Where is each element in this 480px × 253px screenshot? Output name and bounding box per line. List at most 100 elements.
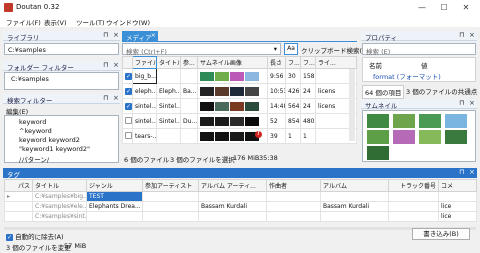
column-header[interactable]: タイトル (32, 179, 87, 192)
thumbnail[interactable] (445, 130, 467, 144)
cell-track[interactable] (388, 201, 439, 212)
list-item[interactable]: ^keyword (19, 127, 52, 135)
column-header[interactable]: 参... (180, 56, 198, 69)
column-header[interactable]: ジャンル (86, 179, 143, 192)
pin-icon[interactable]: ⊓ (459, 31, 464, 39)
list-item[interactable]: keyword keyword2 (19, 136, 80, 144)
pin-icon[interactable]: ⊓ (103, 31, 108, 39)
cell-composer[interactable] (320, 191, 389, 202)
cell-title[interactable]: TEST (86, 191, 143, 202)
table-row[interactable]: tears-... ! 39 1 1 (122, 128, 357, 144)
close-icon[interactable]: × (113, 94, 119, 102)
cell-artist[interactable] (198, 211, 267, 222)
maximize-button[interactable]: ☐ (434, 1, 454, 14)
pin-icon[interactable]: ⊓ (459, 168, 464, 176)
menu-window[interactable]: ウインドウ(W) (106, 17, 150, 27)
close-icon[interactable]: × (113, 31, 119, 39)
cell-composer[interactable]: Bassam Kurdali (320, 201, 389, 212)
menu-view[interactable]: 表示(V) (44, 17, 67, 27)
table-row[interactable]: ✓ big_b... 9:56 30 158 (122, 68, 357, 84)
cell-track[interactable] (388, 211, 439, 222)
cell-track[interactable] (388, 191, 439, 202)
column-header[interactable]: 参加アーティスト (142, 179, 199, 192)
column-header[interactable]: 作曲者 (266, 179, 321, 192)
row-checkbox[interactable]: ✓ (125, 72, 132, 80)
tab-items[interactable]: 64 個の項目 (362, 85, 405, 99)
pin-icon[interactable]: ⊓ (103, 94, 108, 102)
cell-album-artist[interactable] (266, 201, 321, 212)
cell-genre[interactable] (142, 191, 199, 202)
table-row[interactable]: ✓ sintel... Sintel... 14:48 564 24 licen… (122, 98, 357, 114)
thumbnail[interactable] (419, 130, 441, 144)
tab-close-icon[interactable]: × (151, 31, 156, 39)
column-header[interactable]: コメ (438, 179, 477, 192)
close-icon[interactable]: × (469, 168, 475, 176)
column-header[interactable]: トラック番号 (388, 179, 439, 192)
list-item[interactable]: /パターン/ (19, 154, 49, 164)
close-icon[interactable]: × (469, 99, 475, 107)
thumbnail[interactable] (445, 114, 467, 128)
table-row[interactable]: ▸ C:¥samples¥big... TEST (4, 191, 477, 202)
row-checkbox[interactable]: ✓ (125, 87, 132, 95)
column-header[interactable]: サムネイル画像 (197, 56, 268, 69)
minimize-button[interactable]: — (412, 1, 432, 14)
thumbnail[interactable] (419, 114, 441, 128)
cell-title[interactable]: Elephants Drea... (86, 201, 143, 212)
close-button[interactable]: ✕ (456, 1, 476, 14)
row-checkbox[interactable] (125, 116, 132, 124)
menu-tools[interactable]: ツール(T) (76, 17, 105, 27)
table-row[interactable]: C:¥samples¥ele... Elephants Drea... Bass… (4, 201, 477, 212)
row-checkbox[interactable]: ✓ (125, 102, 132, 110)
menu-file[interactable]: ファイル(F) (6, 17, 41, 27)
cell-title[interactable] (86, 211, 143, 222)
cell-genre[interactable] (142, 201, 199, 212)
cell-genre[interactable] (142, 211, 199, 222)
close-icon[interactable]: × (469, 31, 475, 39)
column-header[interactable]: ファイル... (132, 56, 157, 69)
match-case-toggle[interactable]: Aa (284, 43, 298, 55)
pin-icon[interactable]: ⊓ (103, 61, 108, 69)
close-icon[interactable]: × (113, 61, 119, 69)
tab-common[interactable]: 3 個のファイルの共通点 (404, 85, 479, 97)
list-item[interactable]: "keyword1 keyword2" (19, 145, 90, 153)
library-path-field[interactable]: C:¥samples (4, 43, 119, 55)
thumbnail[interactable] (393, 130, 415, 144)
cell-album-artist[interactable] (266, 191, 321, 202)
folder-tree-item[interactable]: C:¥samples (11, 75, 49, 83)
column-header[interactable]: フ... (285, 56, 301, 69)
cell-composer[interactable] (320, 211, 389, 222)
auto-delete-checkbox[interactable]: ✓ 自動的に除去(A) (6, 231, 64, 241)
list-item[interactable]: keyword (19, 118, 46, 126)
chevron-down-icon[interactable]: ▾ (274, 45, 277, 53)
tab-media[interactable]: メディア × (122, 31, 158, 42)
column-header[interactable]: 長さ (267, 56, 286, 69)
write-button[interactable]: 書き込み(B) (412, 228, 470, 240)
tags-horizontal-scrollbar[interactable] (4, 227, 476, 230)
cell-album-artist[interactable] (266, 211, 321, 222)
thumbnail[interactable] (367, 146, 389, 160)
column-header[interactable]: パス (4, 179, 33, 192)
media-search-input[interactable]: 検索 (Ctrl+F) ▾ (122, 43, 281, 56)
column-header[interactable]: ライ... (315, 56, 357, 69)
column-header[interactable] (122, 56, 133, 69)
column-header[interactable]: フ... (300, 56, 316, 69)
cell-artist[interactable] (198, 191, 267, 202)
row-checkbox[interactable] (125, 131, 132, 139)
cell-comment[interactable]: lice (438, 201, 477, 212)
table-row[interactable]: sintel... Sintel... Du... 52 854 480 (122, 113, 357, 129)
column-header[interactable]: アルバム (320, 179, 389, 192)
clipboard-search-button[interactable]: クリップボード検索(C) (301, 45, 369, 55)
column-header[interactable]: タイトル (156, 56, 181, 69)
cell-comment[interactable]: lice (438, 211, 477, 222)
cell-comment[interactable] (438, 191, 477, 202)
table-row[interactable]: ✓ eleph... Eleph... Ba... 10:53 426 24 l… (122, 83, 357, 99)
properties-search-input[interactable]: 検索 (E) (362, 43, 476, 56)
cell-artist[interactable]: Bassam Kurdali (198, 201, 267, 212)
pin-icon[interactable]: ⊓ (459, 99, 464, 107)
column-header[interactable]: アルバム アーティ... (198, 179, 267, 192)
table-row[interactable]: C:¥samples¥sint... lice (4, 211, 477, 222)
media-scrollbar[interactable] (349, 69, 355, 141)
thumbnail[interactable] (393, 114, 415, 128)
thumbnail[interactable] (367, 114, 389, 128)
thumbnail[interactable] (367, 130, 389, 144)
